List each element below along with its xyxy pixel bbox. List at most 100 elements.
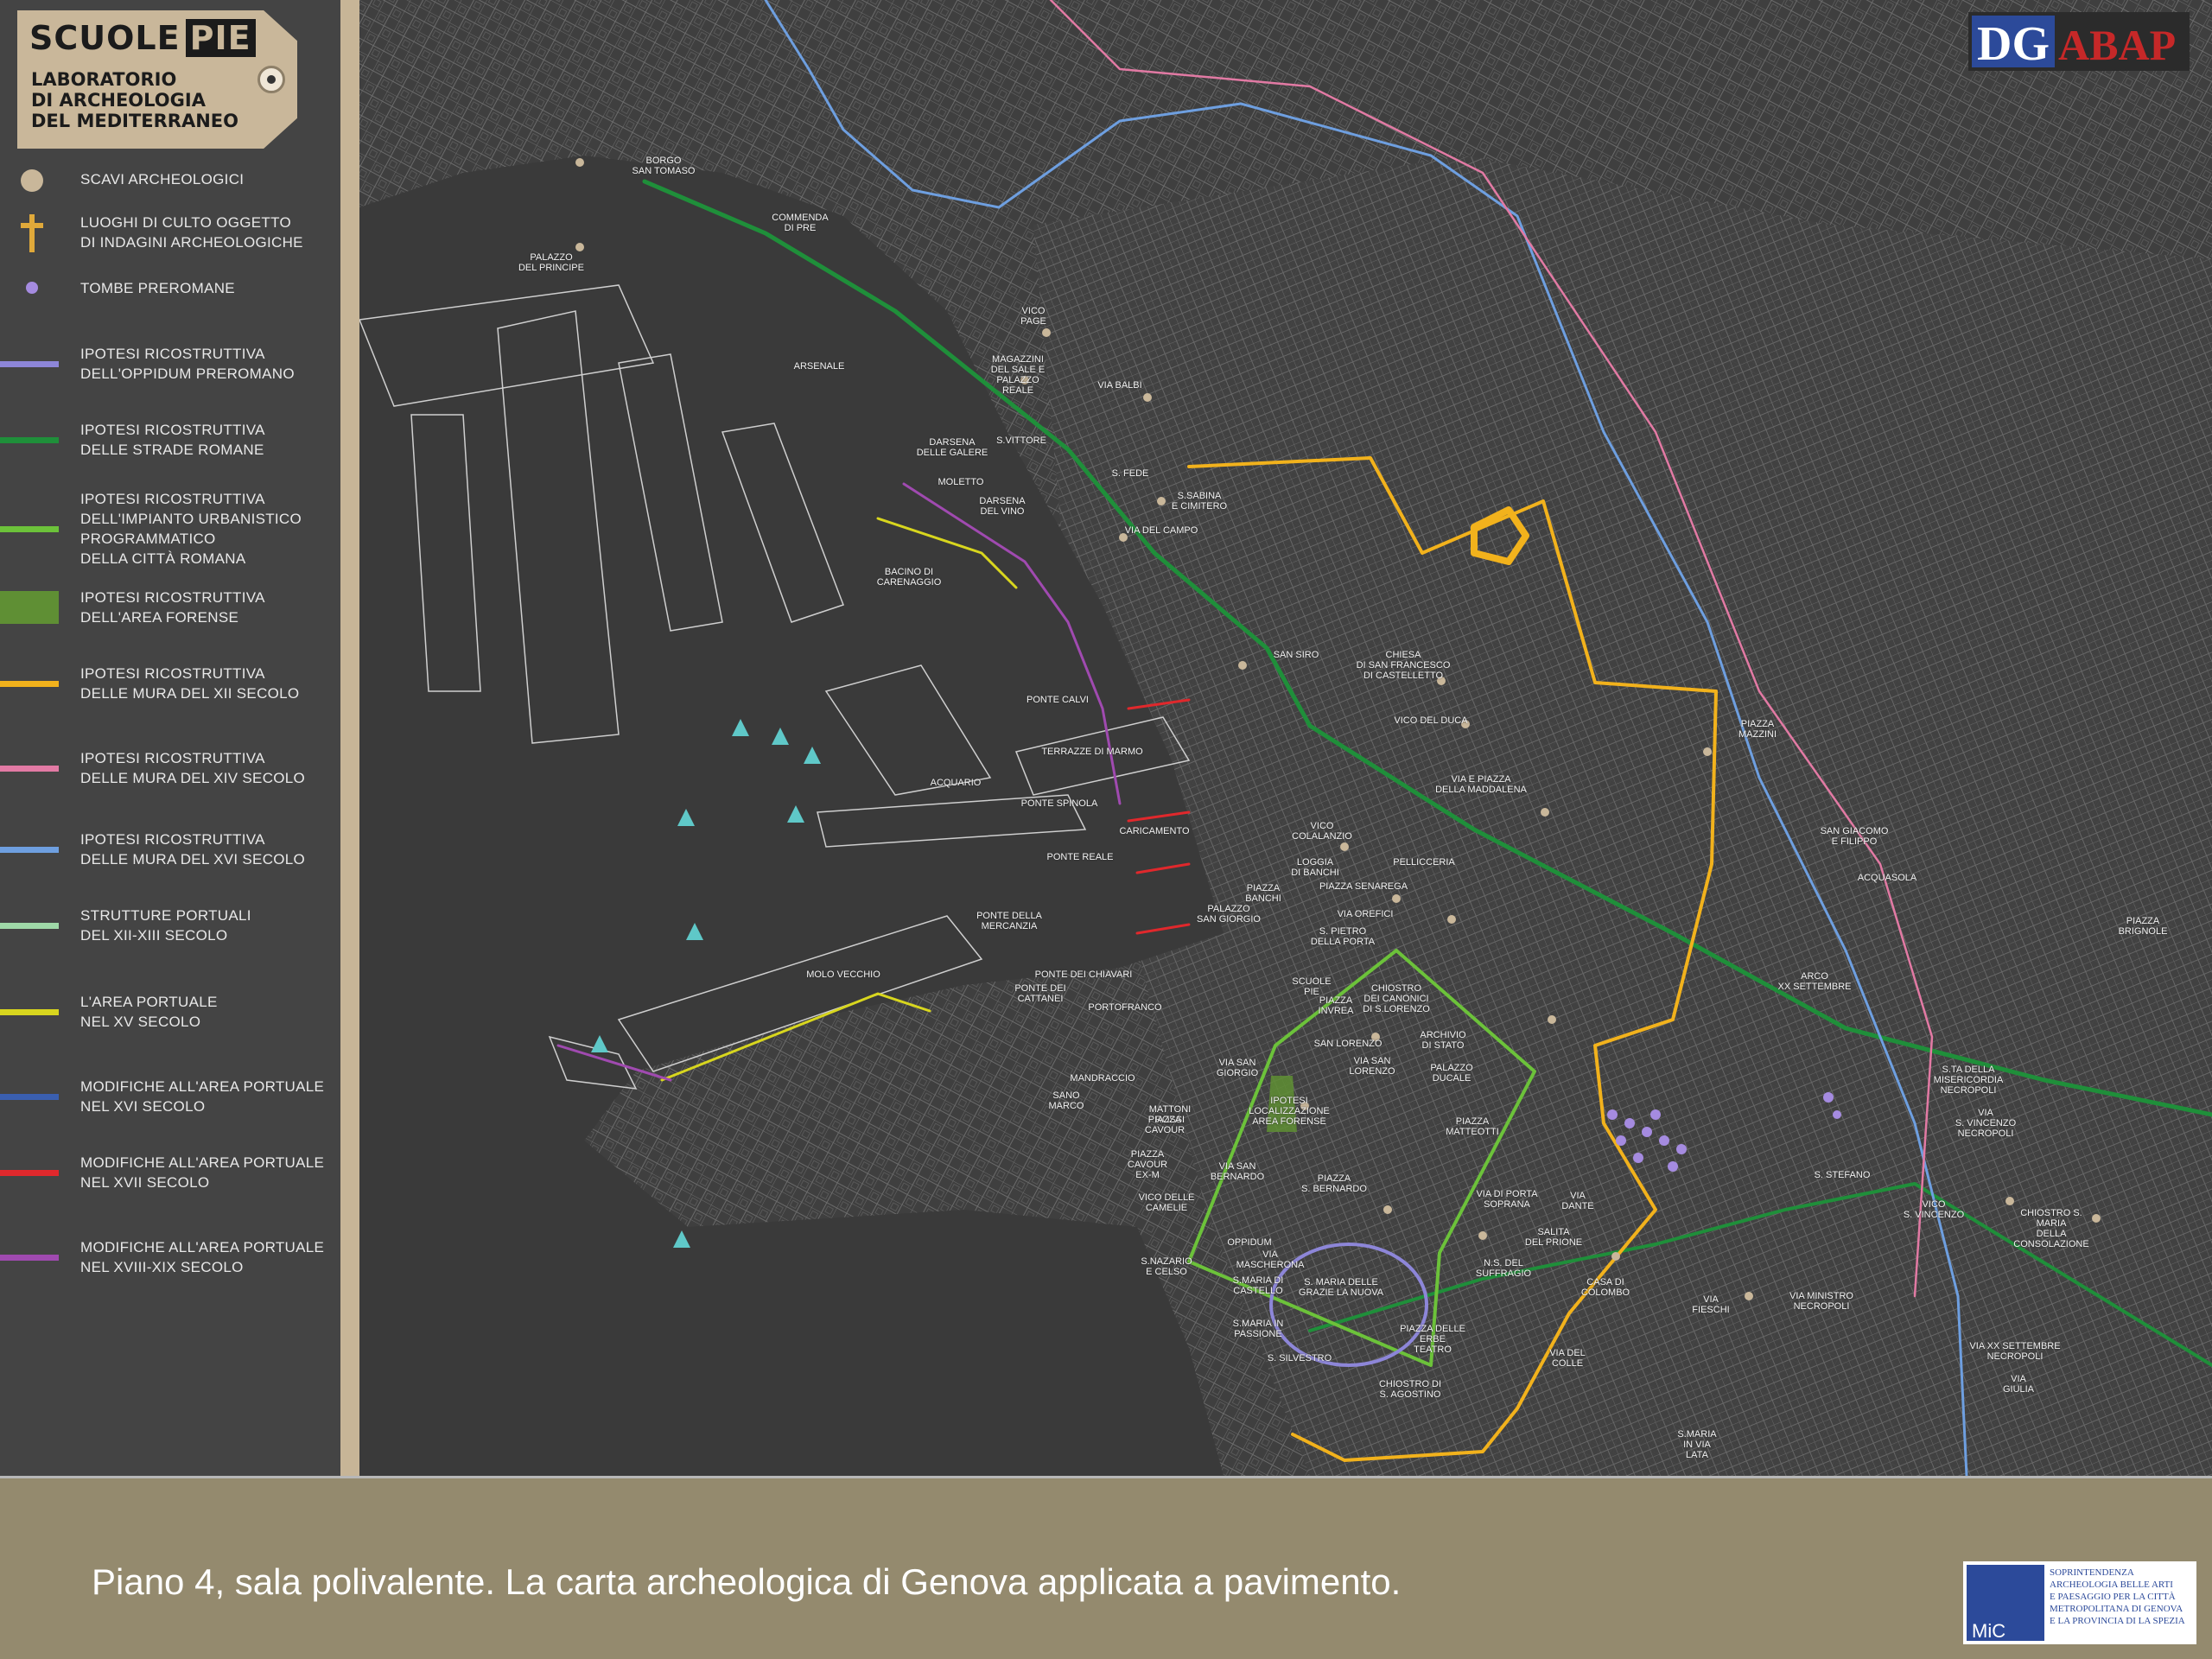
map-place-label: PIAZZA S. BERNARDO [1301,1173,1367,1194]
map-place-label: VIA OREFICI [1337,909,1394,919]
dgabap-logo: DG ABAP [1968,12,2190,71]
map-place-label: VIA MINISTRO NECROPOLI [1789,1291,1853,1312]
map-place-label: S.TA DELLA MISERICORDIA NECROPOLI [1933,1065,2004,1096]
map-place-label: PALAZZO SAN GIORGIO [1197,904,1261,925]
legend-line-swatch [0,1170,59,1176]
map-place-label: VICO DEL DUCA [1394,715,1468,726]
map-place-label: PORTOFRANCO [1088,1002,1162,1013]
map-place-label: S.MARIA IN PASSIONE [1232,1319,1284,1339]
logo-title: SCUOLE PIE [29,19,256,57]
map-place-label: VIA DEL CAMPO [1124,525,1198,536]
map-place-label: S.NAZARIO E CELSO [1141,1256,1192,1277]
legend-line-swatch [0,681,59,687]
map-place-label: VIA DANTE [1561,1191,1594,1211]
map-place-label: VICO PAGE [1020,306,1046,327]
map-place-label: DARSENA DEL VINO [979,496,1026,517]
map-place-label: S. SILVESTRO [1267,1353,1332,1363]
map-place-label: S. STEFANO [1814,1170,1871,1180]
map-legend: SCUOLE PIE LABORATORIO DI ARCHEOLOGIA DEL… [0,0,340,1476]
map-place-label: LOGGIA DI BANCHI [1291,857,1339,878]
logo-title-a: SCUOLE [29,19,181,57]
legend-line-swatch [0,1094,59,1100]
map-place-label: PIAZZA CAVOUR EX-M [1127,1149,1168,1180]
legend-label: MODIFICHE ALL'AREA PORTUALE NEL XVII SEC… [80,1154,325,1191]
tag-hole-icon [257,66,285,93]
map-place-label: VICO S. VINCENZO [1903,1199,1965,1220]
map-place-label: S. FEDE [1111,468,1149,479]
mic-emblem: MiC [1967,1565,2044,1642]
map-place-label: CARICAMENTO [1119,826,1190,836]
legend-line-swatch [0,1009,59,1015]
tomb-dot-icon [26,282,38,294]
legend-line-swatch [0,923,59,929]
legend-line-swatch [0,766,59,772]
mic-text: MiC [1972,1620,2006,1642]
map-place-label: VIA SAN GIORGIO [1216,1058,1259,1078]
map-place-label: SAN GIACOMO E FILIPPO [1820,826,1889,847]
map-place-label: OPPIDUM [1227,1237,1272,1248]
map-place-label: VIA DEL COLLE [1549,1348,1586,1369]
map-place-label: PIAZZA CAVOUR [1144,1115,1185,1135]
map-place-label: PONTE CALVI [1027,695,1089,705]
legend-line-swatch [0,526,59,532]
map-place-label: TERRAZZE DI MARMO [1041,747,1143,757]
map-place-label: N.S. DEL SUFFRAGIO [1475,1258,1532,1279]
logo-title-b: PIE [185,19,256,57]
legend-label: L'AREA PORTUALE NEL XV SECOLO [80,994,218,1030]
map-place-label: PIAZZA MAZZINI [1738,719,1777,740]
map-place-label: PONTE DEI CATTANEI [1014,983,1066,1004]
caption-band: Piano 4, sala polivalente. La carta arch… [0,1476,2212,1659]
excavation-dot-icon [21,169,43,192]
map-place-label: PIAZZA BANCHI [1245,883,1281,904]
worship-cross-icon [19,214,45,252]
slide-caption: Piano 4, sala polivalente. La carta arch… [92,1561,1402,1602]
slide: SCUOLE PIE LABORATORIO DI ARCHEOLOGIA DEL… [0,0,2212,1659]
map-place-label: VIA S. VINCENZO NECROPOLI [1955,1108,2017,1139]
legend-label: MODIFICHE ALL'AREA PORTUALE NEL XVI SECO… [80,1078,325,1115]
map-place-label: PELLICCERIA [1393,857,1455,868]
map-place-label: MOLO VECCHIO [806,969,880,980]
abap-text: ABAP [2058,21,2176,69]
map-place-label: VIA FIESCHI [1692,1294,1730,1315]
map-place-label: SAN LORENZO [1313,1039,1382,1049]
legend-label: IPOTESI RICOSTRUTTIVA DELLE MURA DEL XIV… [80,750,306,786]
legend-line-swatch [0,361,59,367]
map-place-label: PALAZZO DEL PRINCIPE [518,252,584,273]
legend-label: IPOTESI RICOSTRUTTIVA DELL'AREA FORENSE [80,589,265,626]
map-place-label: PIAZZA MATTEOTTI [1446,1116,1499,1137]
map-place-label: SANO MARCO [1048,1090,1084,1111]
map-place-label: SAN SIRO [1273,650,1319,660]
legend-label: IPOTESI RICOSTRUTTIVA DELL'IMPIANTO URBA… [80,491,302,567]
map-place-label: PONTE SPINOLA [1020,798,1098,809]
legend-label: IPOTESI RICOSTRUTTIVA DELLE MURA DEL XII… [80,665,300,702]
map-place-label: CHIOSTRO DI S. AGOSTINO [1378,1379,1442,1400]
map-place-label: IPOTESI LOCALIZZAZIONE AREA FORENSE [1249,1096,1330,1127]
map-place-label: S.MARIA IN VIA LATA [1677,1429,1717,1460]
map-place-label: ACQUARIO [930,778,982,788]
legend-label: SCAVI ARCHEOLOGICI [80,171,245,188]
map-place-label: S. PIETRO DELLA PORTA [1310,926,1376,947]
map-place-label: MAGAZZINI DEL SALE E PALAZZO REALE [990,354,1046,396]
legend-label: TOMBE PREROMANE [80,280,235,296]
map-place-label: MANDRACCIO [1070,1073,1135,1084]
map-place-label: ACQUASOLA [1857,873,1917,883]
map-place-label: PONTE DELLA MERCANZIA [976,911,1042,931]
map-place-label: VICO COLALANZIO [1292,821,1352,842]
map-place-label: MOLETTO [938,477,984,487]
dgabap-logo-graphic: DG ABAP [1968,12,2190,71]
map-place-label: VIA XX SETTEMBRE NECROPOLI [1969,1341,2061,1362]
legend-divider [340,0,359,1476]
map-place-label: CHIESA DI SAN FRANCESCO DI CASTELLETTO [1356,650,1451,681]
map-place-label: PALAZZO DUCALE [1430,1063,1473,1084]
map-place-label: SALITA DEL PRIONE [1524,1227,1583,1248]
legend-label: IPOTESI RICOSTRUTTIVA DELL'OPPIDUM PRERO… [80,346,295,382]
legend-line-swatch [0,847,59,853]
map-place-label: VIA SAN BERNARDO [1210,1161,1265,1182]
map-place-label: COMMENDA DI PRE [772,213,829,233]
logo-subtitle: LABORATORIO DI ARCHEOLOGIA DEL MEDITERRA… [31,69,238,131]
legend-label: STRUTTURE PORTUALI DEL XII-XIII SECOLO [80,907,251,944]
map-place-label: BORGO SAN TOMASO [632,156,696,176]
legend-label: LUOGHI DI CULTO OGGETTO DI INDAGINI ARCH… [80,214,303,251]
archaeological-map: BORGO SAN TOMASO PALAZZO DEL PRINCIPE COMM… [359,0,2212,1476]
scuole-pie-logo: SCUOLE PIE LABORATORIO DI ARCHEOLOGIA DEL… [17,10,297,149]
